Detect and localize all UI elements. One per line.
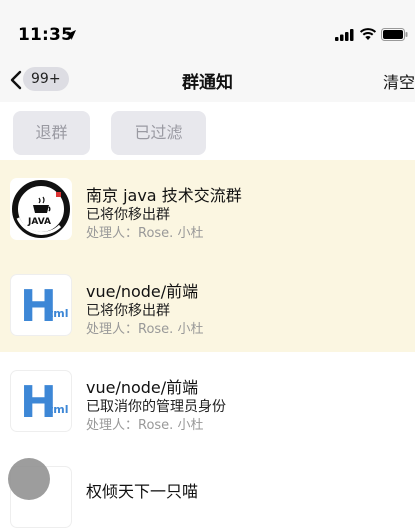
group-avatar-java: JAVA (10, 178, 72, 240)
notification-text: 已取消你的管理员身份 (86, 399, 226, 415)
status-bar: 11:35 (0, 0, 415, 64)
navigation-bar: 99+ 群通知 清空 (0, 56, 415, 102)
notification-list: JAVA 南京 java 技术交流群 已将你移出群 处理人：Rose. 小杜 H… (0, 160, 415, 528)
list-item[interactable]: H tml vue/node/前端 已取消你的管理员身份 处理人：Rose. 小… (0, 352, 415, 448)
battery-icon (381, 28, 408, 41)
list-item[interactable]: JAVA 南京 java 技术交流群 已将你移出群 处理人：Rose. 小杜 (0, 160, 415, 256)
handler-text: 处理人：Rose. 小杜 (86, 226, 204, 241)
clear-button[interactable]: 清空 (383, 69, 415, 93)
group-name: 权倾天下一只喵 (86, 482, 199, 501)
group-name: 南京 java 技术交流群 (86, 186, 242, 205)
page-title: 群通知 (182, 73, 233, 93)
handler-text: 处理人：Rose. 小杜 (86, 418, 204, 433)
avatar-caption: JAVA (28, 217, 52, 227)
java-logo-icon (12, 180, 70, 238)
wifi-icon (359, 28, 377, 40)
list-item[interactable]: 权倾天下一只喵 (0, 448, 415, 528)
avatar-caption: tml (48, 307, 69, 320)
cellular-signal-icon (335, 29, 354, 41)
group-avatar-html: H tml (10, 274, 72, 336)
group-avatar-html: H tml (10, 370, 72, 432)
assistive-touch-button[interactable] (8, 458, 50, 500)
filtered-filter-button[interactable]: 已过滤 (111, 111, 206, 155)
quit-group-filter-button[interactable]: 退群 (13, 111, 90, 155)
notification-text: 已将你移出群 (86, 303, 170, 319)
handler-text: 处理人：Rose. 小杜 (86, 322, 204, 337)
notification-text: 已将你移出群 (86, 207, 170, 223)
group-name: vue/node/前端 (86, 282, 199, 301)
group-name: vue/node/前端 (86, 378, 199, 397)
filter-bar: 退群 已过滤 (0, 102, 415, 160)
list-item[interactable]: H tml vue/node/前端 已将你移出群 处理人：Rose. 小杜 (0, 256, 415, 352)
location-arrow-icon (66, 30, 76, 40)
avatar-caption: tml (48, 403, 69, 416)
